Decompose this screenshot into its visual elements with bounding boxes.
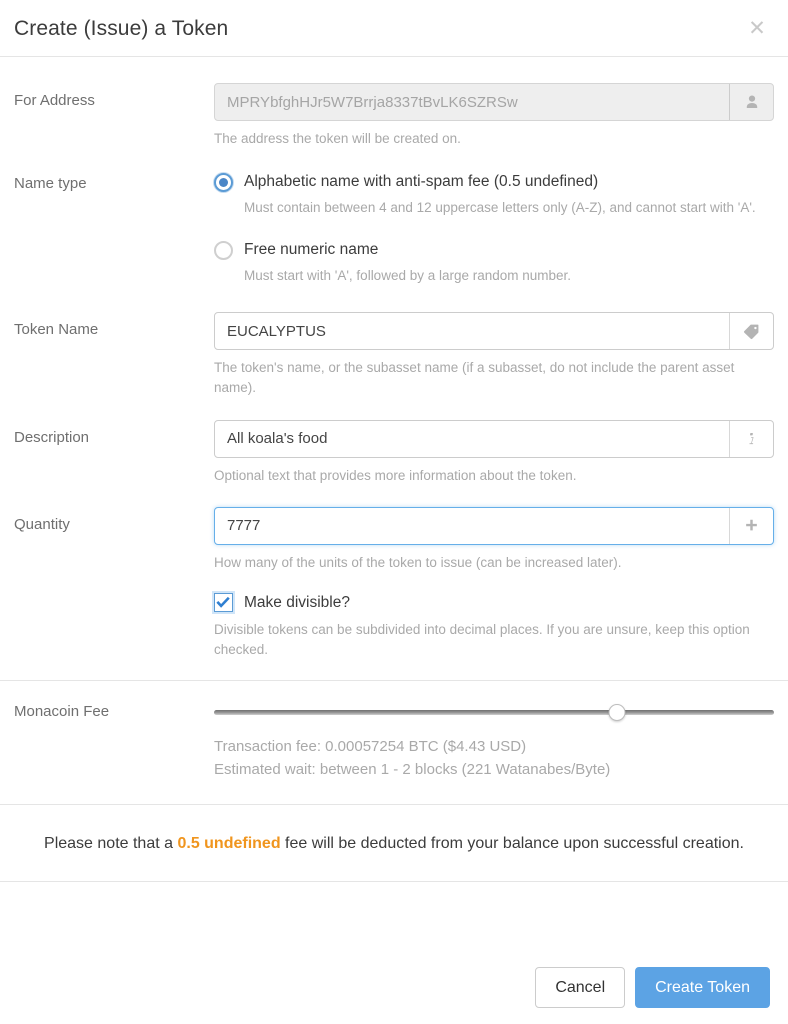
create-token-modal: Create (Issue) a Token ✕ For Address The…	[0, 0, 788, 1024]
label-token-name: Token Name	[14, 321, 99, 339]
label-monacoin-fee: Monacoin Fee	[14, 702, 110, 720]
description-input-group[interactable]	[214, 419, 774, 458]
description-help: Optional text that provides more informa…	[214, 467, 577, 483]
address-control: The address the token will be created on…	[214, 83, 774, 149]
fee-summary: Transaction fee: 0.00057254 BTC ($4.43 U…	[214, 735, 774, 782]
create-token-button[interactable]: Create Token	[635, 966, 770, 1008]
fee-slider-track	[214, 710, 774, 716]
fee-control: Transaction fee: 0.00057254 BTC ($4.43 U…	[214, 703, 774, 782]
radio-option-alphabetic: Alphabetic name with anti-spam fee (0.5 …	[214, 173, 774, 219]
modal-body: For Address The address the token will b…	[0, 57, 788, 951]
field-row-address: For Address The address the token will b…	[0, 57, 788, 149]
address-input[interactable]	[215, 84, 729, 120]
close-icon[interactable]: ✕	[744, 15, 770, 41]
name-type-control: Alphabetic name with anti-spam fee (0.5 …	[214, 173, 774, 287]
info-icon	[729, 420, 773, 457]
radio-label-numeric[interactable]: Free numeric name	[244, 241, 378, 260]
field-row-name-type: Name type Alphabetic name with anti-spam…	[0, 149, 788, 287]
user-icon	[729, 84, 773, 120]
plus-icon[interactable]	[729, 507, 773, 544]
divisible-label[interactable]: Make divisible?	[244, 594, 350, 612]
label-name-type: Name type	[14, 175, 87, 193]
token-name-input[interactable]	[215, 313, 729, 350]
fee-slider[interactable]	[214, 703, 774, 723]
label-quantity: Quantity	[14, 515, 70, 533]
radio-line-numeric: Free numeric name	[214, 241, 774, 261]
fee-slider-thumb[interactable]	[608, 704, 626, 722]
quantity-control: How many of the units of the token to is…	[214, 506, 774, 661]
field-row-token-name: Token Name The token's name, or the suba…	[0, 287, 788, 399]
radio-label-alphabetic[interactable]: Alphabetic name with anti-spam fee (0.5 …	[244, 173, 598, 192]
footer-divider	[0, 881, 788, 883]
quantity-help: How many of the units of the token to is…	[214, 554, 622, 570]
radio-numeric[interactable]	[214, 241, 233, 261]
address-help: The address the token will be created on…	[214, 131, 461, 146]
fee-note-prefix: Please note that a	[44, 835, 178, 853]
fee-note-suffix: fee will be deducted from your balance u…	[280, 835, 744, 853]
tag-icon	[729, 313, 773, 350]
token-name-help: The token's name, or the subasset name (…	[214, 360, 735, 396]
modal-header: Create (Issue) a Token ✕	[0, 0, 788, 57]
divisible-help: Divisible tokens can be subdivided into …	[214, 622, 750, 658]
description-control: Optional text that provides more informa…	[214, 419, 774, 486]
description-input[interactable]	[215, 420, 729, 457]
fee-note: Please note that a 0.5 undefined fee wil…	[0, 805, 788, 881]
transaction-fee-text: Transaction fee: 0.00057254 BTC ($4.43 U…	[214, 737, 527, 755]
radio-option-numeric: Free numeric name Must start with 'A', f…	[214, 241, 774, 287]
token-name-control: The token's name, or the subasset name (…	[214, 312, 774, 399]
quantity-input[interactable]	[215, 507, 729, 544]
quantity-input-group[interactable]	[214, 506, 774, 545]
radio-alphabetic[interactable]	[214, 173, 233, 193]
radio-line-alphabetic: Alphabetic name with anti-spam fee (0.5 …	[214, 173, 774, 193]
page-title: Create (Issue) a Token	[14, 16, 229, 40]
radio-help-alphabetic: Must contain between 4 and 12 uppercase …	[244, 200, 756, 216]
estimated-wait-text: Estimated wait: between 1 - 2 blocks (22…	[214, 760, 611, 778]
field-row-description: Description Optional text that provides …	[0, 399, 788, 486]
field-row-quantity: Quantity How many of the units of the to…	[0, 486, 788, 661]
radio-help-numeric: Must start with 'A', followed by a large…	[244, 268, 572, 284]
divisible-checkbox[interactable]	[214, 593, 233, 613]
cancel-button[interactable]: Cancel	[535, 966, 626, 1008]
field-row-fee: Monacoin Fee Transaction fee: 0.00057254…	[0, 681, 788, 782]
modal-footer: Cancel Create Token	[0, 951, 788, 1024]
label-description: Description	[14, 428, 90, 446]
fee-note-highlight: 0.5 undefined	[177, 835, 281, 853]
address-input-group[interactable]	[214, 83, 774, 121]
token-name-input-group[interactable]	[214, 312, 774, 351]
label-for-address: For Address	[14, 92, 95, 109]
divisible-checkbox-row: Make divisible?	[214, 593, 774, 613]
